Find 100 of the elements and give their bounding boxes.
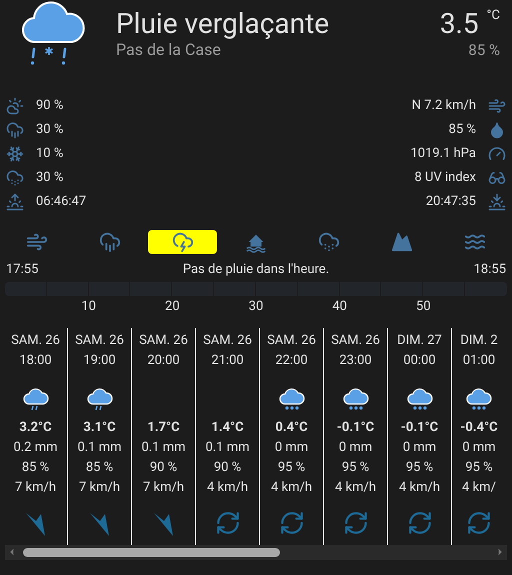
detail-value: 30 % [36,169,64,188]
detail-value: 10 % [36,145,64,164]
minute-tick-label: 40 [332,298,347,316]
forecast-precipitation: 0.1 mm [77,438,122,456]
detail-value: 85 % [448,121,476,140]
forecast-wind-speed: 4 km/h [270,478,312,496]
location-label: Pas de la Case [116,40,222,60]
forecast-temperature: 0.4°C [275,418,308,436]
gauge-icon [488,145,506,163]
mountain-icon [391,231,414,253]
horizontal-scrollbar[interactable] [5,544,507,560]
forecast-wind-speed: 7 km/h [142,478,184,496]
temperature-unit: °C [486,8,500,24]
forecast-precipitation: 0 mm [402,438,436,456]
minute-tick-label: 30 [248,298,264,316]
sunglasses-icon [488,169,506,187]
forecast-precipitation: 0.1 mm [205,438,250,456]
forecast-day: SAM. 26 [139,330,188,350]
snow-cloud-icon [465,386,493,412]
detail-value: 1019.1 hPa [410,145,476,164]
rain-cloud-icon [86,386,114,412]
snow-cloud-icon [318,231,340,253]
calm-wind-icon [214,510,240,536]
detail-value: 90 % [36,97,64,116]
forecast-wind-speed: 4 km/h [206,478,248,496]
forecast-wind-speed: 7 km/h [14,478,56,496]
forecast-day: SAM. 26 [75,330,124,350]
forecast-temperature: 3.1°C [83,418,116,436]
rain-cloud-icon [6,121,24,139]
forecast-humidity: 95 % [278,458,306,476]
calm-wind-icon [278,510,304,536]
forecast-temperature: 1.4°C [211,418,244,436]
forecast-time: 19:00 [83,352,116,370]
wind-icon [488,97,506,115]
droplet-icon [488,121,506,139]
forecast-time: 18:00 [19,352,52,370]
minute-tick-label: 50 [416,298,431,316]
forecast-precipitation: 0.2 mm [13,438,58,456]
forecast-humidity: 85 % [86,458,114,476]
storm-alert-tab[interactable] [148,230,218,254]
sunset-icon [488,193,506,211]
forecast-time: 23:00 [339,352,372,370]
forecast-humidity: 90 % [150,458,178,476]
snow-cloud-icon [342,386,370,412]
forecast-precipitation: 0 mm [274,438,308,456]
detail-value: 30 % [36,121,64,140]
forecast-precipitation: 0.1 mm [141,438,186,456]
detail-value: 06:46:47 [36,193,86,212]
forecast-time: 21:00 [211,352,244,370]
forecast-wind-speed: 4 km/h [334,478,376,496]
forecast-temperature: 3.2°C [19,418,52,436]
start-time: 17:55 [6,261,38,279]
humidity-value: 85 % [468,40,500,60]
forecast-humidity: 85 % [22,458,50,476]
rain-cloud-icon [98,231,121,253]
forecast-temperature: -0.1°C [400,418,438,436]
snow-cloud-icon [6,169,24,187]
minute-tick-label: 10 [81,298,96,316]
forecast-wind-speed: 4 km/h [398,478,440,496]
scrollbar-thumb[interactable] [23,548,280,556]
snow-cloud-icon [278,386,306,412]
lightning-cloud-icon [172,231,194,253]
detail-value: N 7.2 km/h [412,97,476,116]
forecast-humidity: 95 % [465,458,493,476]
sunrise-icon [6,193,24,211]
wind-icon [26,231,48,253]
snow-cloud-icon [406,386,434,412]
snowflake-icon [6,145,24,163]
forecast-day: SAM. 26 [267,330,316,350]
forecast-precipitation: 0 mm [462,438,496,456]
end-time: 18:55 [474,261,506,279]
forecast-temperature: -0.1°C [336,418,374,436]
forecast-day: DIM. 27 [397,330,442,350]
forecast-precipitation: 0 mm [338,438,372,456]
cloud-sun-icon [6,97,24,115]
forecast-humidity: 95 % [342,458,370,476]
forecast-time: 00:00 [403,352,436,370]
rain-cloud-icon [22,386,50,412]
forecast-day: SAM. 26 [203,330,252,350]
forecast-wind-speed: 7 km/h [78,478,120,496]
forecast-temperature: -0.4°C [460,418,498,436]
minute-tick-label: 20 [165,298,180,316]
detail-value: 8 UV index [414,169,476,188]
forecast-day: SAM. 26 [331,330,380,350]
condition-title: Pluie verglaçante [116,8,330,40]
rain-forecast-message: Pas de pluie dans l'heure. [182,261,330,279]
calm-wind-icon [466,510,492,536]
detail-value: 20:47:35 [426,193,476,212]
calm-wind-icon [406,510,432,536]
forecast-humidity: 95 % [406,458,434,476]
forecast-wind-speed: 4 km/ [462,478,496,496]
forecast-temperature: 1.7°C [147,418,180,436]
forecast-time: 22:00 [275,352,308,370]
forecast-humidity: 90 % [214,458,242,476]
forecast-day: DIM. 2 [460,330,498,350]
forecast-time: 01:00 [462,352,496,370]
calm-wind-icon [342,510,368,536]
forecast-day: SAM. 26 [11,330,60,350]
temperature-value: 3.5 [440,8,479,40]
forecast-time: 20:00 [147,352,180,370]
